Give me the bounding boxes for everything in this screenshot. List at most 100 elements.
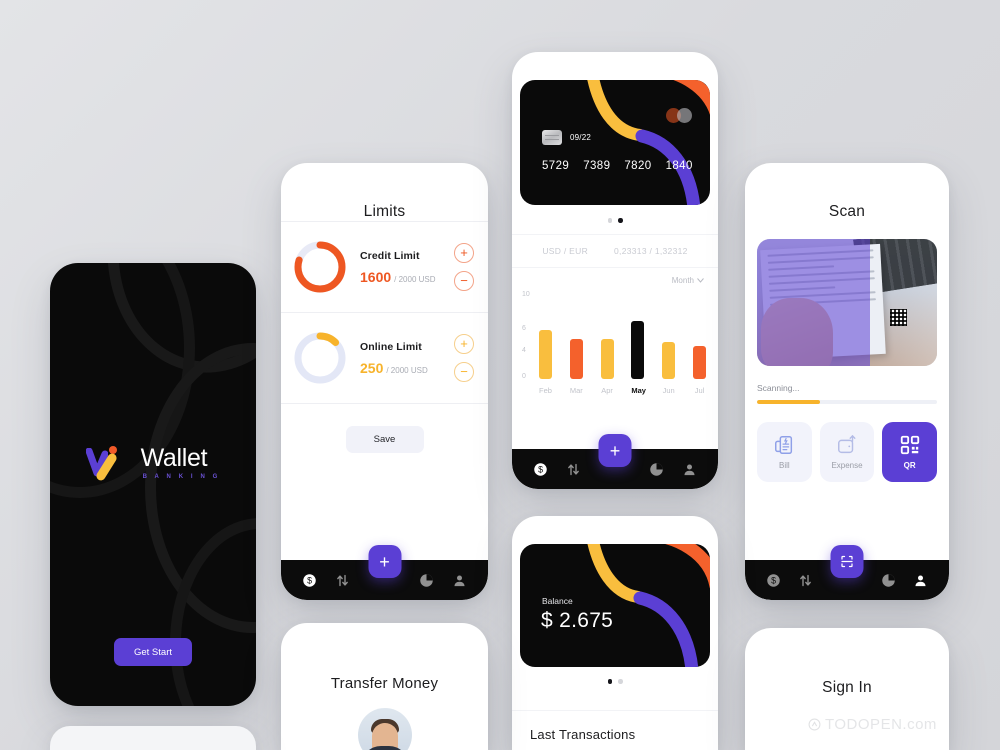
bill-icon xyxy=(775,435,793,454)
bar-jun[interactable] xyxy=(662,342,676,379)
add-fab-button-home[interactable]: + xyxy=(598,434,632,467)
transfer-arrows-icon[interactable] xyxy=(566,462,581,477)
phone-signin-screen: Sign In xyxy=(745,628,949,750)
x-label-jul: Jul xyxy=(694,386,705,395)
bar-column xyxy=(539,291,552,379)
dollar-circle-icon[interactable]: $ xyxy=(766,573,781,588)
card-carousel-dots[interactable] xyxy=(512,218,718,223)
bar-apr[interactable] xyxy=(600,339,614,379)
scan-frame-icon xyxy=(841,555,853,568)
bar-feb[interactable] xyxy=(539,329,552,379)
scan-status-label: Scanning... xyxy=(757,383,800,393)
bar-column xyxy=(631,291,645,379)
scan-tile-bill-label: Bill xyxy=(779,460,790,470)
svg-text:$: $ xyxy=(771,575,776,585)
phone-transfer-screen: Transfer Money xyxy=(281,623,488,750)
page-title-limits: Limits xyxy=(363,203,406,220)
logo-wordmark: Wallet xyxy=(140,444,208,472)
x-label-jun: Jun xyxy=(662,386,675,395)
credit-limit-label: Credit Limit xyxy=(360,249,420,262)
balance-amount: $ 2.675 xyxy=(541,609,614,632)
limit-row-credit[interactable]: Credit Limit 1600 / 2000 USD + − xyxy=(281,221,488,312)
last-transactions-title: Last Transactions xyxy=(512,710,718,742)
chevron-down-icon xyxy=(697,278,704,283)
bar-column xyxy=(600,291,614,379)
card-number-group-3: 7820 xyxy=(624,160,652,172)
balance-carousel-dots[interactable] xyxy=(512,679,718,684)
chart-period-label: Month xyxy=(671,276,694,285)
scan-action-tiles: Bill Expense QR xyxy=(757,421,938,482)
scan-tile-qr[interactable]: QR xyxy=(882,421,938,482)
chart-bars xyxy=(539,291,706,379)
dollar-circle-icon[interactable]: $ xyxy=(533,462,548,477)
scan-progress-bar xyxy=(757,400,937,404)
wallet-logo: Wallet B A N K I N G xyxy=(50,444,256,483)
monthly-bar-chart: 10 6 4 0 Feb Mar Apr May Jun Jul xyxy=(522,287,706,395)
scan-highlight-overlay xyxy=(757,239,871,366)
y-tick-4: 4 xyxy=(522,347,526,354)
x-label-mar: Mar xyxy=(569,386,583,395)
transfer-arrows-icon[interactable] xyxy=(798,573,813,588)
scan-tile-bill[interactable]: Bill xyxy=(757,421,812,482)
phone-limits-screen: Limits Credit Limit 1600 / 2000 USD + − xyxy=(281,163,488,600)
save-button[interactable]: Save xyxy=(345,426,424,453)
online-limit-value: 250 xyxy=(360,359,384,376)
person-icon[interactable] xyxy=(682,462,697,477)
phone-home-screen: 09/22 5729 7389 7820 1840 USD / EUR 0,23… xyxy=(512,52,718,489)
pie-chart-icon[interactable] xyxy=(881,573,896,588)
credit-limit-ring xyxy=(291,238,349,296)
card-number-group-1: 5729 xyxy=(542,160,570,172)
logo-subtitle: B A N K I N G xyxy=(142,474,221,480)
phone-splash-screen: Wallet B A N K I N G Get Start xyxy=(50,263,256,706)
get-start-button[interactable]: Get Start xyxy=(114,638,192,666)
recipient-avatar[interactable] xyxy=(357,708,412,750)
x-label-may: May xyxy=(631,386,646,395)
phone-stub-screen xyxy=(50,726,256,750)
card-number-group-2: 7389 xyxy=(583,160,611,172)
balance-card[interactable]: Balance $ 2.675 xyxy=(520,544,710,667)
svg-text:$: $ xyxy=(307,575,312,585)
card-expiry: 09/22 xyxy=(570,133,592,142)
chart-period-selector[interactable]: Month xyxy=(672,276,704,285)
credit-limit-increase-button[interactable]: + xyxy=(454,243,474,263)
balance-carousel-dot-1[interactable] xyxy=(607,679,612,684)
bar-column xyxy=(662,291,676,379)
phone-scan-screen: Scan Scanning... Bill Expense QR $ xyxy=(745,163,949,600)
online-limit-increase-button[interactable]: + xyxy=(454,334,474,354)
qr-icon xyxy=(900,435,919,454)
carousel-dot-2[interactable] xyxy=(618,218,623,223)
wallet-logo-mark xyxy=(85,446,132,483)
scan-tile-qr-label: QR xyxy=(903,460,916,470)
bank-card[interactable]: 09/22 5729 7389 7820 1840 xyxy=(520,80,710,205)
scan-tile-expense-label: Expense xyxy=(831,460,863,470)
page-title-transfer: Transfer Money xyxy=(330,675,439,692)
scan-progress-fill xyxy=(757,400,820,404)
bar-may[interactable] xyxy=(631,320,645,379)
add-fab-button[interactable]: + xyxy=(368,545,401,578)
online-limit-decrease-button[interactable]: − xyxy=(454,362,474,382)
scan-tile-expense[interactable]: Expense xyxy=(819,421,875,482)
limit-row-online[interactable]: Online Limit 250 / 2000 USD + − xyxy=(281,312,488,403)
online-limit-label: Online Limit xyxy=(360,340,422,353)
person-icon[interactable] xyxy=(452,573,467,588)
pie-chart-icon[interactable] xyxy=(419,573,434,588)
card-number-group-4: 1840 xyxy=(665,160,693,172)
pie-chart-icon[interactable] xyxy=(649,462,664,477)
carousel-dot-1[interactable] xyxy=(607,218,612,223)
online-limit-ring xyxy=(291,329,349,387)
balance-carousel-dot-2[interactable] xyxy=(618,679,623,684)
person-icon[interactable] xyxy=(913,573,928,588)
bar-column xyxy=(692,291,706,379)
bar-jul[interactable] xyxy=(692,346,706,379)
credit-limit-max: / 2000 USD xyxy=(394,274,436,284)
x-label-apr: Apr xyxy=(601,386,613,395)
bar-mar[interactable] xyxy=(569,339,583,379)
scan-fab-button[interactable] xyxy=(830,545,864,578)
fx-pair-label: USD / EUR xyxy=(542,246,589,256)
credit-limit-decrease-button[interactable]: − xyxy=(454,271,474,291)
y-tick-10: 10 xyxy=(522,291,530,298)
page-title-scan: Scan xyxy=(828,203,866,220)
scan-preview-image[interactable] xyxy=(757,239,937,366)
transfer-arrows-icon[interactable] xyxy=(335,573,350,588)
dollar-circle-icon[interactable]: $ xyxy=(302,573,317,588)
